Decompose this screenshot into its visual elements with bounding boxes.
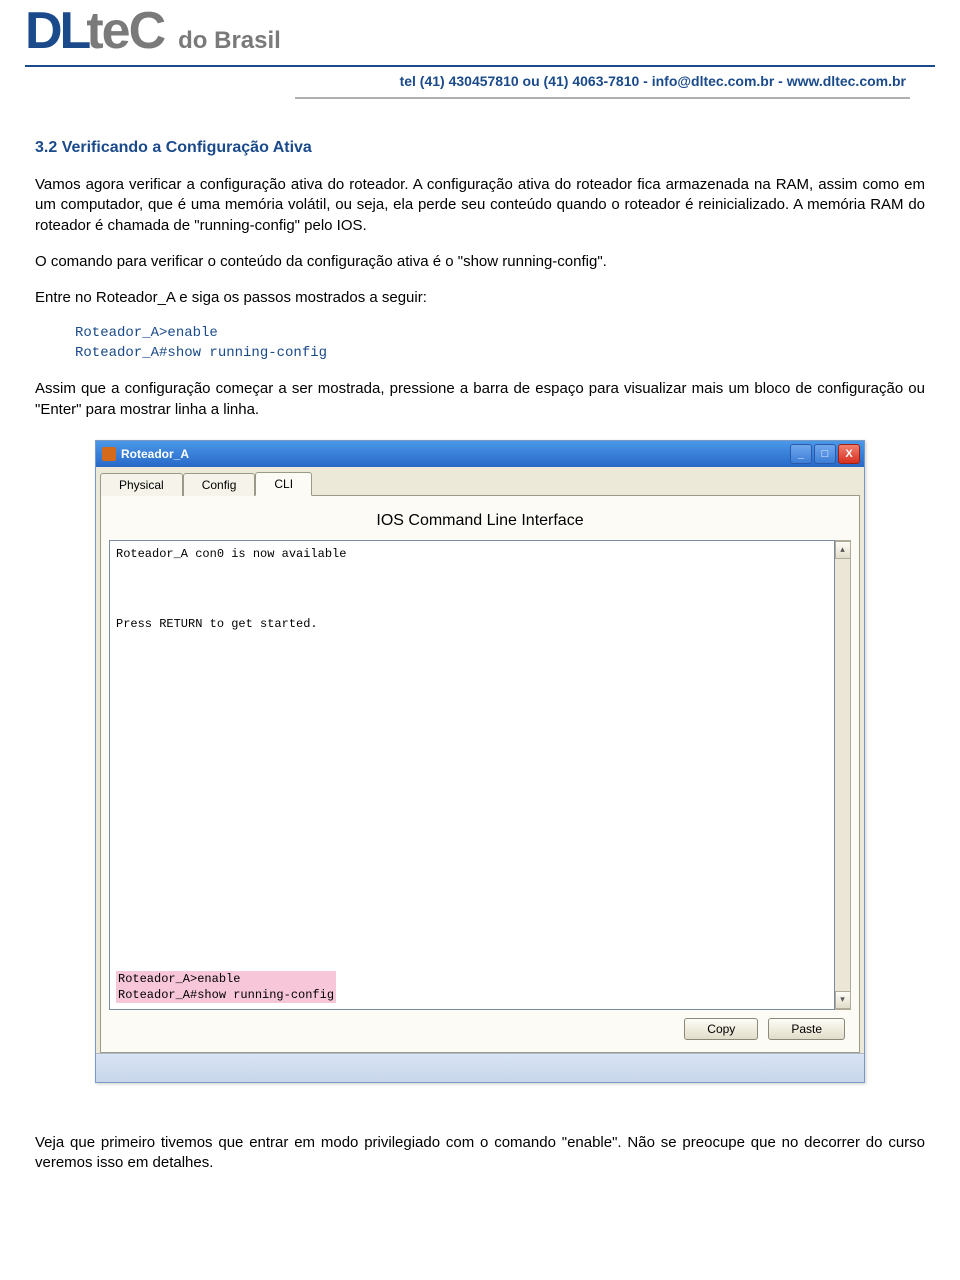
tab-physical[interactable]: Physical <box>100 473 183 496</box>
section-title: 3.2 Verificando a Configuração Ativa <box>35 139 925 157</box>
cli-terminal[interactable]: Roteador_A con0 is now available Press R… <box>109 540 835 1010</box>
window-footer <box>96 1053 864 1082</box>
paste-button[interactable]: Paste <box>768 1018 845 1040</box>
logo: DL teC <box>25 0 164 65</box>
embedded-screenshot: Roteador_A _ □ X Physical Config CLI IOS… <box>95 440 865 1083</box>
cmd-line-1: Roteador_A>enable <box>75 324 925 344</box>
logo-tec-text: teC <box>86 5 164 57</box>
contact-line: tel (41) 430457810 ou (41) 4063-7810 - i… <box>295 67 910 99</box>
scrollbar[interactable]: ▴ ▾ <box>835 540 851 1010</box>
cmd-line-2: Roteador_A#show running-config <box>75 344 925 364</box>
paragraph-2: O comando para verificar o conteúdo da c… <box>35 252 925 272</box>
minimize-button[interactable]: _ <box>790 444 812 464</box>
titlebar[interactable]: Roteador_A _ □ X <box>96 441 864 467</box>
paragraph-4: Assim que a configuração começar a ser m… <box>35 379 925 420</box>
window-icon <box>102 447 116 461</box>
cli-output-line: Roteador_A con0 is now available <box>116 547 828 561</box>
tab-config[interactable]: Config <box>183 473 256 496</box>
scroll-up-button[interactable]: ▴ <box>835 541 851 559</box>
maximize-button[interactable]: □ <box>814 444 836 464</box>
scroll-down-button[interactable]: ▾ <box>835 991 851 1009</box>
document-content: 3.2 Verificando a Configuração Ativa Vam… <box>0 99 960 1083</box>
logo-dl-text: DL <box>25 5 88 57</box>
paragraph-1: Vamos agora verificar a configuração ati… <box>35 175 925 236</box>
paragraph-after: Veja que primeiro tivemos que entrar em … <box>0 1083 960 1174</box>
tab-content: IOS Command Line Interface Roteador_A co… <box>100 495 860 1053</box>
paragraph-3: Entre no Roteador_A e siga os passos mos… <box>35 288 925 308</box>
cli-hl-line-1: Roteador_A>enable <box>118 971 334 987</box>
close-button[interactable]: X <box>838 444 860 464</box>
tab-cli[interactable]: CLI <box>255 472 312 496</box>
window: Roteador_A _ □ X Physical Config CLI IOS… <box>95 440 865 1083</box>
command-block: Roteador_A>enable Roteador_A#show runnin… <box>75 324 925 363</box>
window-title: Roteador_A <box>121 447 189 461</box>
cli-output-line: Press RETURN to get started. <box>116 617 828 631</box>
tab-bar: Physical Config CLI <box>96 467 864 495</box>
cli-hl-line-2: Roteador_A#show running-config <box>118 987 334 1003</box>
cli-title: IOS Command Line Interface <box>109 512 851 530</box>
logo-subtitle: do Brasil <box>178 27 281 65</box>
copy-button[interactable]: Copy <box>684 1018 758 1040</box>
cli-highlighted-commands: Roteador_A>enable Roteador_A#show runnin… <box>116 971 336 1003</box>
page-header: DL teC do Brasil tel (41) 430457810 ou (… <box>0 0 960 99</box>
